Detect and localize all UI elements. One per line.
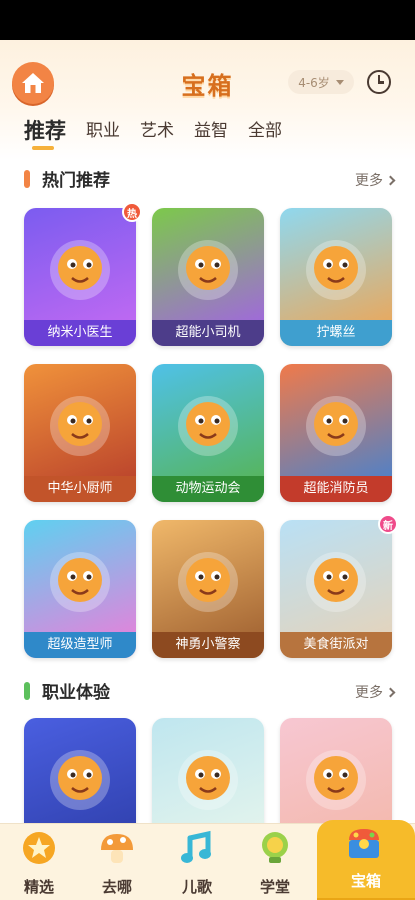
header: 宝箱 4-6岁 [0,40,415,120]
nav-label: 儿歌 [181,878,212,896]
game-card-label: 超级造型师 [24,632,136,658]
game-card-label: 纳米小医生 [24,320,136,346]
clock-icon[interactable] [367,70,391,94]
game-card-label: 超能消防员 [280,476,392,502]
nav-item-treasure[interactable]: 宝箱 [317,820,415,900]
game-card[interactable]: 纳米小医生 [24,208,136,346]
game-card-label: 拧螺丝 [280,320,392,346]
section-accent-bar [24,682,30,700]
tab-recommend[interactable]: 推荐 [24,118,66,152]
nav-item-school[interactable]: 学堂 [238,824,312,900]
nav-label: 去哪 [101,878,132,896]
section-title: 职业体验 [42,683,110,703]
nav-item-explore[interactable]: 去哪 [80,824,154,900]
game-card[interactable]: 动物运动会 [152,364,264,502]
nav-item-featured[interactable]: 精选 [2,824,76,900]
age-range-value: 4-6岁 [298,75,330,90]
game-card[interactable]: 神勇小警察 [152,520,264,658]
game-card[interactable]: 超能小司机 [152,208,264,346]
game-card[interactable]: 超能消防员 [280,364,392,502]
category-tabs: 推荐 职业 艺术 益智 全部 [24,118,302,152]
caret-down-icon [335,79,344,85]
tab-puzzle[interactable]: 益智 [194,118,228,152]
game-card-label: 动物运动会 [152,476,264,502]
section-title: 热门推荐 [42,171,110,191]
bottom-navigation: 精选 去哪 儿歌 学堂 宝箱 [0,820,415,900]
more-label: 更多 [355,173,383,189]
music-note-icon [181,830,211,863]
section-hot-header: 热门推荐 更多 [24,166,396,192]
chevron-right-icon [385,687,396,697]
tab-all[interactable]: 全部 [248,118,282,152]
tab-career[interactable]: 职业 [86,118,120,152]
game-card-label: 超能小司机 [152,320,264,346]
status-bar [0,0,415,40]
nav-label: 学堂 [259,878,290,896]
more-link[interactable]: 更多 [355,170,396,190]
game-card[interactable]: 超级造型师 [24,520,136,658]
star-badge-icon [23,832,55,864]
chevron-right-icon [385,175,396,185]
more-link[interactable]: 更多 [355,682,396,702]
game-card-label: 神勇小警察 [152,632,264,658]
more-label: 更多 [355,685,383,701]
nav-item-songs[interactable]: 儿歌 [160,824,234,900]
game-card-label: 美食街派对 [280,632,392,658]
lightbulb-icon [262,832,288,863]
game-card[interactable]: 拧螺丝 [280,208,392,346]
game-card[interactable]: 美食街派对 [280,520,392,658]
age-range-dropdown[interactable]: 4-6岁 [288,70,354,94]
mushroom-icon [101,834,133,863]
section-career-header: 职业体验 更多 [24,678,396,704]
hot-badge: 热 [122,202,142,222]
nav-label: 精选 [23,878,54,896]
nav-label: 宝箱 [350,872,381,890]
new-badge: 新 [378,514,398,534]
treasure-box-icon [349,829,379,858]
section-accent-bar [24,170,30,188]
tab-art[interactable]: 艺术 [140,118,174,152]
game-card-label: 中华小厨师 [24,476,136,502]
game-card[interactable]: 中华小厨师 [24,364,136,502]
